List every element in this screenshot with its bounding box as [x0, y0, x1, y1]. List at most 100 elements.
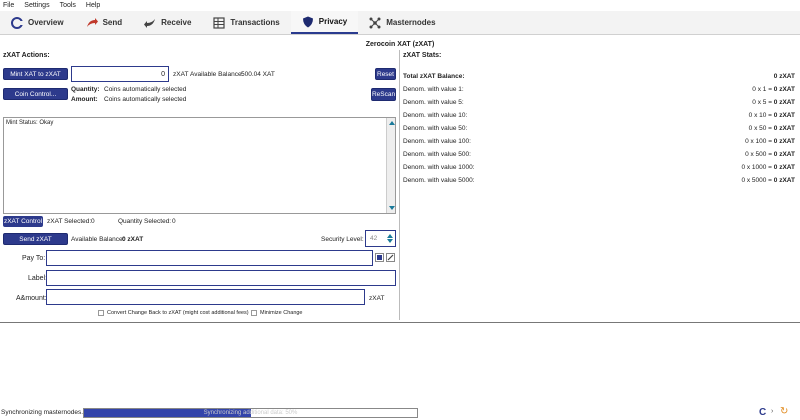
paste-icon — [387, 254, 394, 261]
scroll-down-icon[interactable] — [389, 206, 395, 210]
denom-row: Denom. with value 100: 0 x 100 = 0 zXAT — [403, 138, 795, 148]
zxat-control-button[interactable]: zXAT Control — [3, 216, 43, 227]
total-balance-value: 0 zXAT — [773, 73, 795, 80]
denom-value: 0 x 500 = 0 zXAT — [745, 151, 795, 158]
denom-value: 0 x 100 = 0 zXAT — [745, 138, 795, 145]
security-level-label: Security Level: — [321, 236, 364, 243]
denom-row: Denom. with value 500: 0 x 500 = 0 zXAT — [403, 151, 795, 161]
total-balance-label: Total zXAT Balance: — [403, 73, 465, 80]
logo-status-icon: C — [759, 407, 767, 418]
sync-progress-bar: Synchronizing additional data: 50% — [83, 408, 418, 418]
tab-bar: Overview Send Receive Transactions Priva… — [0, 11, 800, 35]
menu-help[interactable]: Help — [86, 2, 100, 9]
convert-change-checkbox[interactable] — [98, 310, 104, 316]
tab-masternodes[interactable]: Masternodes — [358, 11, 446, 34]
denom-row: Denom. with value 10: 0 x 10 = 0 zXAT — [403, 112, 795, 122]
available-balance-value: 500.04 XAT — [241, 71, 275, 78]
privacy-page: Zerocoin XAT (zXAT) zXAT Actions: zXAT S… — [0, 36, 800, 323]
mint-status-text: Mint Status: Okay — [6, 120, 54, 126]
vertical-divider — [399, 50, 400, 320]
convert-change-label: Convert Change Back to zXAT (might cost … — [107, 310, 249, 316]
quantity-selected-value: 0 — [172, 218, 176, 225]
total-balance-row: Total zXAT Balance: 0 zXAT — [403, 73, 795, 83]
scroll-up-icon[interactable] — [389, 121, 395, 125]
zxat-selected-label: zXAT Selected: — [47, 218, 92, 225]
denom-label: Denom. with value 10: — [403, 112, 468, 119]
available-balance-label: Available Balance: — [190, 71, 244, 78]
mint-status-scrollbar[interactable] — [386, 118, 395, 213]
quantity-label: Quantity: — [71, 86, 100, 93]
denom-value: 0 x 1000 = 0 zXAT — [741, 164, 795, 171]
denom-label: Denom. with value 100: — [403, 138, 471, 145]
send-zxat-button[interactable]: Send zXAT — [3, 233, 68, 245]
mint-amount-input[interactable]: 0 — [71, 66, 169, 82]
label-label: Label: — [28, 275, 48, 282]
status-bar: Synchronizing masternodes... Synchronizi… — [0, 406, 800, 420]
pay-to-input[interactable] — [46, 250, 373, 266]
tab-transactions[interactable]: Transactions — [202, 11, 290, 34]
mint-unit: zXAT — [173, 71, 189, 78]
denom-label: Denom. with value 5000: — [403, 177, 475, 184]
page-title: Zerocoin XAT (zXAT) — [365, 41, 435, 48]
spin-up-icon[interactable] — [387, 234, 393, 238]
tab-privacy-label: Privacy — [318, 17, 348, 26]
tab-overview[interactable]: Overview — [0, 11, 75, 34]
tab-privacy[interactable]: Privacy — [290, 11, 359, 34]
denom-value: 0 x 5000 = 0 zXAT — [741, 177, 795, 184]
tab-transactions-label: Transactions — [230, 18, 280, 27]
tab-overview-label: Overview — [28, 18, 64, 27]
coin-control-button[interactable]: Coin Control... — [3, 88, 68, 100]
amount-input[interactable] — [46, 289, 365, 305]
menu-tools[interactable]: Tools — [60, 2, 76, 9]
amount-field-label: A&mount: — [16, 295, 47, 302]
tab-receive[interactable]: Receive — [133, 11, 202, 34]
security-level-value: 42 — [370, 235, 378, 242]
zxat-selected-value: 0 — [91, 218, 95, 225]
denom-row: Denom. with value 5000: 0 x 5000 = 0 zXA… — [403, 177, 795, 187]
tor-status-icon[interactable]: › — [771, 408, 773, 415]
denom-label: Denom. with value 500: — [403, 151, 471, 158]
shield-icon — [302, 16, 314, 28]
tab-receive-label: Receive — [161, 18, 192, 27]
denom-value: 0 x 1 = 0 zXAT — [752, 86, 795, 93]
minimize-change-label: Minimize Change — [260, 310, 303, 316]
sync-status-text: Synchronizing masternodes... — [1, 409, 87, 416]
security-level-spinbox[interactable]: 42 — [365, 230, 396, 247]
denom-value: 0 x 10 = 0 zXAT — [748, 112, 795, 119]
menu-file[interactable]: File — [3, 2, 14, 9]
sync-spinner-icon: ↻ — [780, 406, 789, 417]
zxat-actions-title: zXAT Actions: — [3, 52, 50, 59]
pay-to-label: Pay To: — [22, 255, 46, 262]
quantity-value: Coins automatically selected — [104, 86, 187, 93]
mint-button[interactable]: Mint XAT to zXAT — [3, 68, 68, 80]
minimize-change-checkbox[interactable] — [251, 310, 257, 316]
denom-row: Denom. with value 1: 0 x 1 = 0 zXAT — [403, 86, 795, 96]
rescan-button[interactable]: ReScan — [371, 88, 396, 101]
denom-row: Denom. with value 5: 0 x 5 = 0 zXAT — [403, 99, 795, 109]
denom-value: 0 x 5 = 0 zXAT — [752, 99, 795, 106]
amount-field-unit: zXAT — [369, 295, 385, 302]
horizontal-divider — [0, 322, 800, 323]
denom-value: 0 x 50 = 0 zXAT — [748, 125, 795, 132]
sync-progress-text: Synchronizing additional data: 50% — [203, 410, 298, 416]
denom-label: Denom. with value 50: — [403, 125, 468, 132]
paste-button[interactable] — [386, 253, 395, 262]
reset-button[interactable]: Reset — [375, 68, 396, 80]
address-book-button[interactable] — [375, 253, 384, 262]
denom-label: Denom. with value 1: — [403, 86, 464, 93]
menu-bar: File Settings Tools Help — [0, 0, 800, 11]
denom-label: Denom. with value 1000: — [403, 164, 475, 171]
label-input[interactable] — [46, 270, 396, 286]
zxat-stats-title: zXAT Stats: — [403, 52, 442, 59]
menu-settings[interactable]: Settings — [24, 2, 49, 9]
mint-status-box[interactable]: Mint Status: Okay — [3, 117, 396, 214]
amount-label: Amount: — [71, 96, 98, 103]
spin-down-icon[interactable] — [387, 239, 393, 243]
address-book-icon — [377, 255, 382, 260]
transactions-icon — [213, 16, 225, 29]
quantity-selected-label: Quantity Selected: — [118, 218, 172, 225]
tab-send[interactable]: Send — [75, 11, 134, 34]
amount-value: Coins automatically selected — [104, 96, 187, 103]
send-available-value: 0 zXAT — [122, 236, 144, 243]
send-arrow-icon — [86, 17, 98, 29]
